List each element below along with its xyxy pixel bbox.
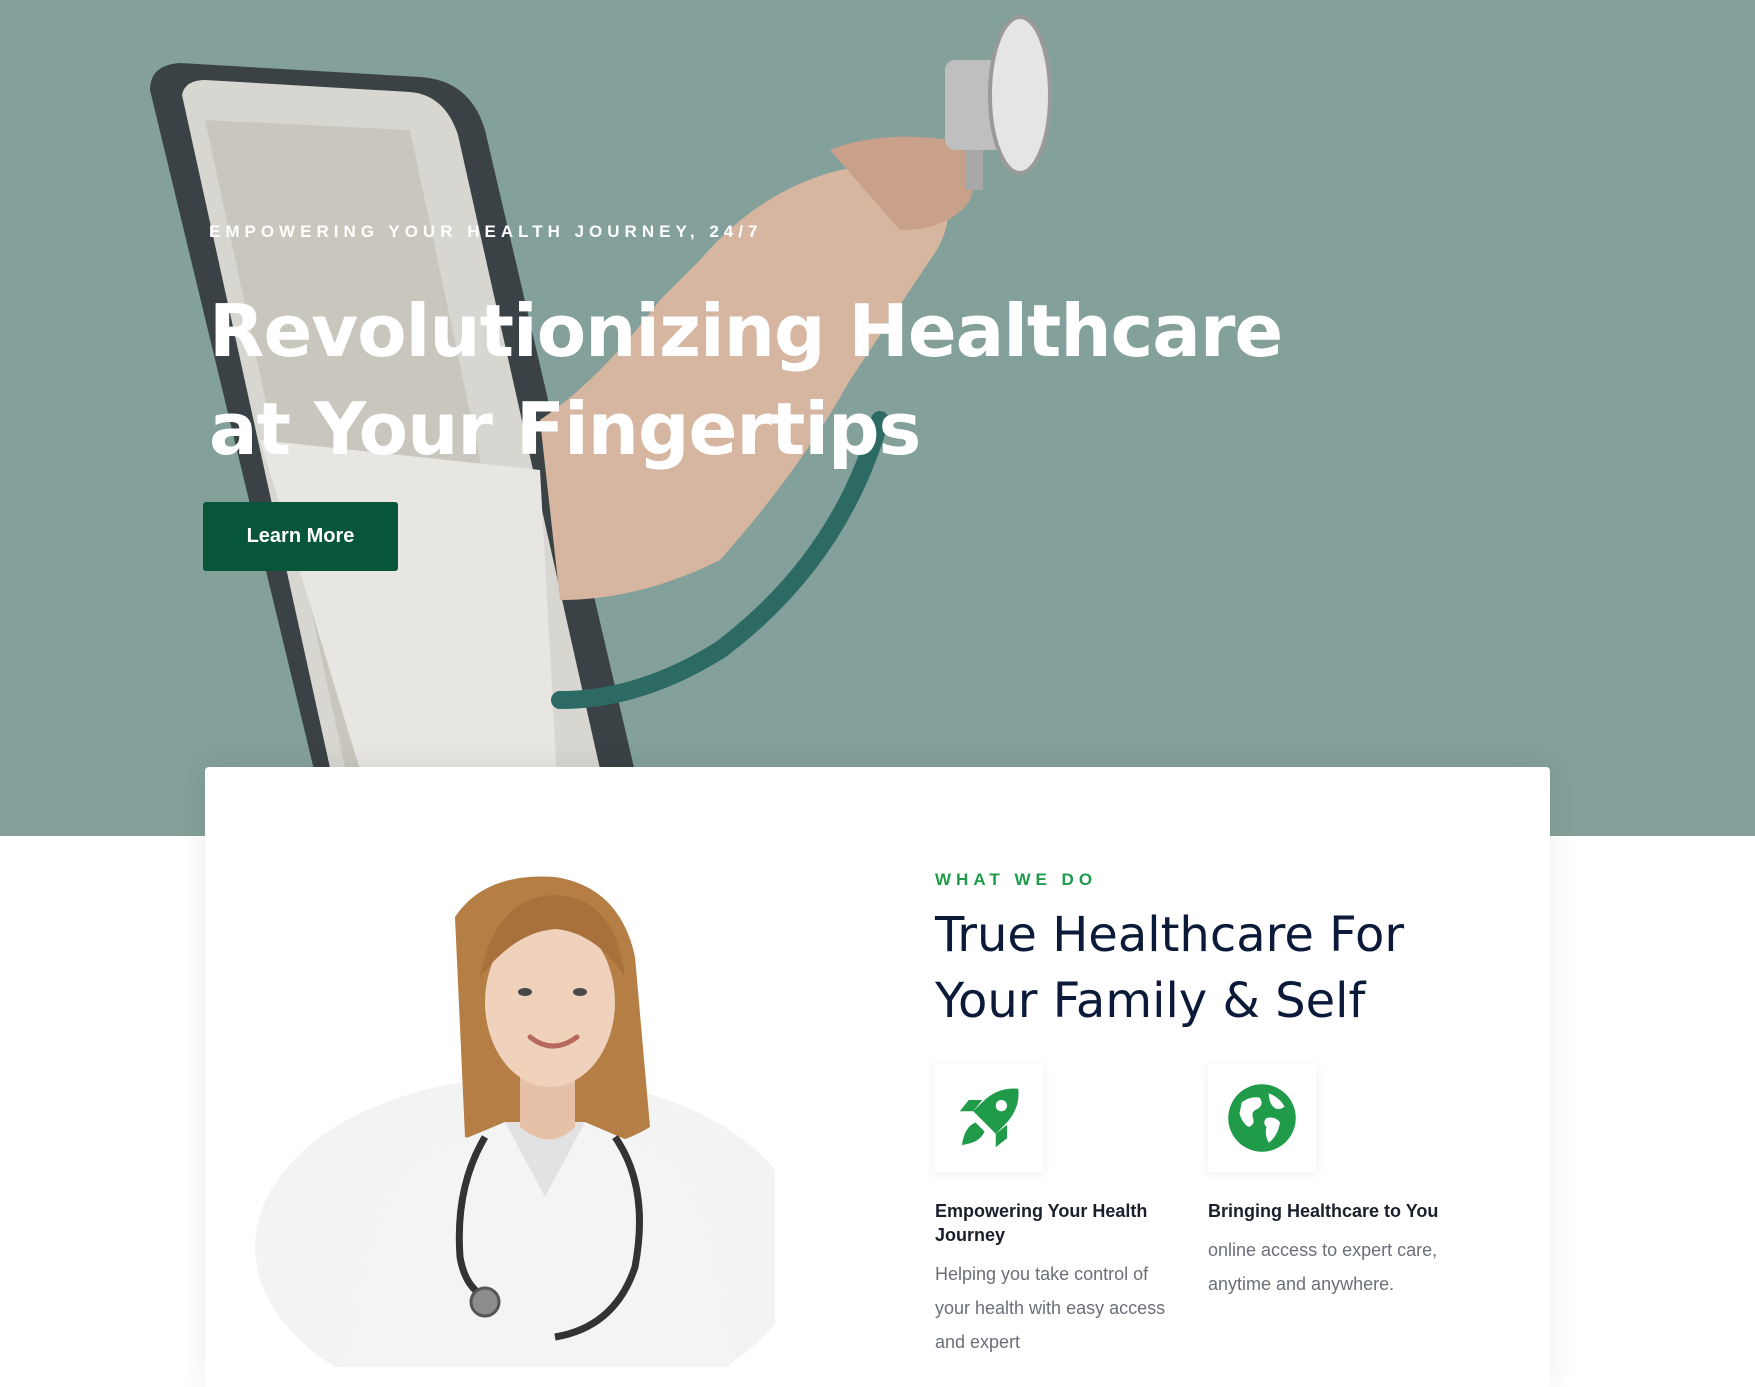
what-we-do-eyebrow: WHAT WE DO [935, 870, 1098, 889]
section-title-line-2: Your Family & Self [935, 973, 1366, 1029]
feature-title: Bringing Healthcare to You [1208, 1201, 1439, 1221]
feature-empowering: Empowering Your Health Journey Helping y… [935, 1064, 1175, 1359]
hero-title-line-1: Revolutionizing Healthcare [209, 289, 1283, 373]
hero-section: EMPOWERING YOUR HEALTH JOURNEY, 24/7 Rev… [0, 0, 1755, 836]
hero-title-line-2: at Your Fingertips [209, 387, 921, 471]
feature-bringing-healthcare: Bringing Healthcare to You online access… [1208, 1064, 1448, 1301]
doctor-image [255, 876, 775, 1367]
globe-icon [1228, 1084, 1296, 1152]
section-title: True Healthcare For Your Family & Self [935, 902, 1495, 1034]
feature-text: Helping you take control of your health … [935, 1264, 1166, 1352]
section-title-line-1: True Healthcare For [935, 907, 1405, 963]
feature-icon-box [1208, 1064, 1316, 1172]
feature-title: Empowering Your Health Journey [935, 1201, 1148, 1245]
learn-more-button[interactable]: Learn More [203, 502, 398, 571]
hero-title: Revolutionizing Healthcare at Your Finge… [209, 282, 1283, 478]
rocket-icon [959, 1088, 1019, 1148]
hero-content: EMPOWERING YOUR HEALTH JOURNEY, 24/7 Rev… [209, 222, 1283, 478]
feature-text: online access to expert care, anytime an… [1208, 1240, 1438, 1294]
feature-icon-box [935, 1064, 1043, 1172]
hero-eyebrow: EMPOWERING YOUR HEALTH JOURNEY, 24/7 [209, 222, 763, 241]
what-we-do-card: WHAT WE DO True Healthcare For Your Fami… [205, 767, 1550, 1387]
